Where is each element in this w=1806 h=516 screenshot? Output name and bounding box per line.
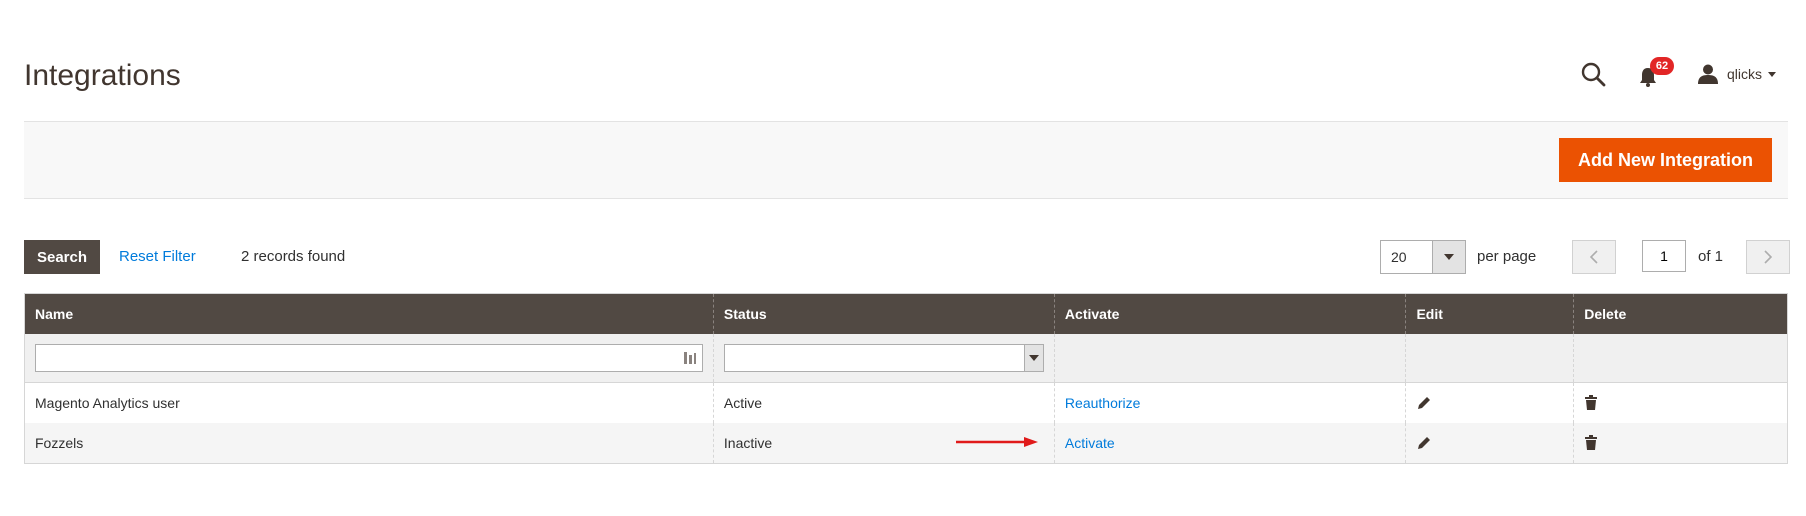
name-filter-input[interactable] [35, 344, 703, 372]
activate-link[interactable]: Activate [1065, 435, 1115, 451]
status-filter-select[interactable] [723, 344, 1044, 372]
pencil-icon[interactable] [1416, 395, 1432, 411]
column-header-edit: Edit [1405, 293, 1574, 334]
search-button[interactable]: Search [24, 240, 100, 274]
trash-icon[interactable] [1584, 395, 1598, 411]
per-page-value: 20 [1391, 249, 1407, 265]
filter-cell-empty [1053, 334, 1406, 383]
page-title: Integrations [24, 59, 181, 92]
column-header-delete: Delete [1573, 293, 1788, 334]
trash-icon[interactable] [1584, 435, 1598, 451]
page-number-input[interactable] [1642, 240, 1686, 272]
chevron-down-icon [1432, 241, 1465, 273]
user-icon [1697, 64, 1718, 84]
previous-page-button[interactable] [1572, 240, 1616, 274]
reset-filter-link[interactable]: Reset Filter [119, 240, 196, 274]
chevron-down-icon [1023, 345, 1043, 371]
add-new-integration-button[interactable]: Add New Integration [1559, 138, 1772, 182]
row-name: Fozzels [24, 423, 714, 464]
integrations-grid: Name Status Activate Edit Delete Magento… [24, 293, 1788, 464]
reauthorize-link[interactable]: Reauthorize [1065, 395, 1141, 411]
column-header-activate: Activate [1053, 293, 1406, 334]
search-icon[interactable] [1579, 60, 1607, 88]
page: Integrations 62 qlicks Add New Integrati… [0, 0, 1806, 516]
filter-cell-empty [1573, 334, 1788, 383]
user-name: qlicks [1726, 66, 1762, 82]
chevron-right-icon [1764, 250, 1773, 264]
notifications-button[interactable]: 62 [1637, 57, 1674, 89]
grid-header-row: Name Status Activate Edit Delete [24, 293, 1788, 334]
next-page-button[interactable] [1746, 240, 1790, 274]
header-actions: 62 qlicks [1579, 57, 1776, 90]
chevron-down-icon [1768, 71, 1776, 77]
page-total: of 1 [1698, 248, 1724, 265]
user-menu[interactable]: qlicks [1697, 63, 1776, 85]
grid-controls: Search Reset Filter 2 records found 20 p… [24, 240, 1790, 274]
per-page-select[interactable]: 20 [1380, 240, 1466, 274]
annotation-arrow [956, 437, 1038, 447]
column-header-name[interactable]: Name [24, 293, 714, 334]
table-row: Fozzels Inactive Activate [24, 423, 1788, 464]
row-status: Active [712, 382, 1055, 423]
chevron-left-icon [1589, 250, 1598, 264]
page-actions-bar: Add New Integration [24, 121, 1788, 199]
filter-cell-empty [1405, 334, 1574, 383]
status-filter-value [725, 345, 1024, 371]
row-name: Magento Analytics user [35, 395, 180, 411]
per-page-label: per page [1477, 248, 1537, 265]
table-row: Magento Analytics user Active Reauthoriz… [25, 382, 1788, 423]
name-filter-cell [24, 334, 714, 383]
column-header-status[interactable]: Status [712, 293, 1055, 334]
filter-icon [683, 352, 696, 364]
notification-badge: 62 [1649, 57, 1674, 75]
records-found: 2 records found [241, 248, 346, 265]
pencil-icon[interactable] [1416, 435, 1432, 451]
status-filter-cell [712, 334, 1055, 383]
filter-row [24, 334, 1788, 383]
